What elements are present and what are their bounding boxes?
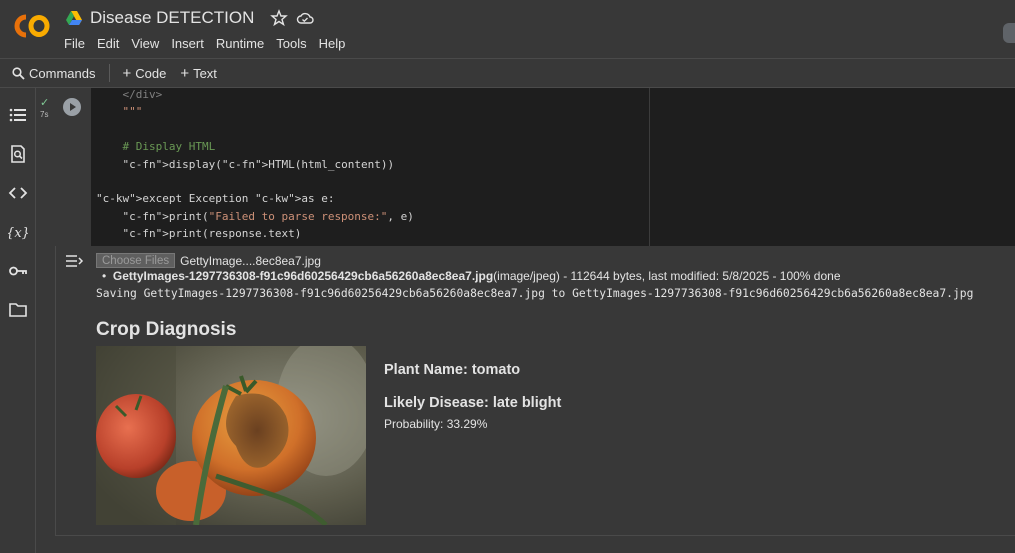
commands-label: Commands [29,65,96,81]
check-icon: ✓ [40,97,50,109]
menu-view[interactable]: View [131,36,165,51]
svg-text:{x}: {x} [8,226,28,241]
menu-file[interactable]: File [64,36,91,51]
menu-runtime[interactable]: Runtime [216,36,270,51]
drive-icon [66,11,82,25]
variables-icon[interactable]: {x} [8,222,28,242]
cell-output: Choose Files GettyImage....8ec8ea7.jpg •… [55,246,1015,536]
menu-help[interactable]: Help [319,36,352,51]
plus-icon: + [180,64,190,82]
add-text-label: Text [193,65,217,81]
code-snippets-icon[interactable] [8,183,28,203]
code-line: # Display HTML [96,140,216,154]
code-line: </div> [96,88,163,101]
search-icon [12,66,25,80]
add-code-button[interactable]: + Code [122,65,166,82]
output-actions-icon[interactable] [64,252,84,270]
code-cell: ✓ 7s </div> """ # Display HTML "c-fn">di… [36,88,1015,536]
commands-button[interactable]: Commands [12,66,95,81]
plant-name: Plant Name: tomato [384,362,521,378]
toolbar: Commands + Code + Text [0,58,1015,88]
choose-files-button[interactable]: Choose Files [96,253,176,268]
header: Disease DETECTION File Edit View Insert … [0,0,1015,58]
plus-icon: + [122,64,132,82]
table-of-contents-icon[interactable] [8,105,28,125]
star-icon[interactable] [270,9,289,27]
colab-logo[interactable] [12,10,52,42]
menu-tools[interactable]: Tools [276,36,312,51]
tomato-photo [96,346,366,525]
cell-gutter: ✓ 7s [36,88,91,246]
files-folder-icon[interactable] [8,300,28,320]
editor-divider [649,88,650,246]
code-line: "c-fn">print(response.text) [122,227,302,241]
file-upload-row: Choose Files GettyImage....8ec8ea7.jpg [96,253,321,268]
side-panel-tab[interactable] [1003,23,1015,43]
saving-message: Saving GettyImages-1297736308-f91c96d602… [96,287,974,300]
likely-disease: Likely Disease: late blight [384,395,562,411]
selected-file-name: GettyImage....8ec8ea7.jpg [180,253,321,268]
code-text: </div> """ # Display HTML "c-fn">display… [96,86,414,243]
code-line: """ [96,105,143,119]
uploaded-file-meta: (image/jpeg) - 112644 bytes, last modifi… [493,269,841,283]
probability: Probability: 33.29% [384,417,488,431]
secrets-key-icon[interactable] [8,261,28,281]
upload-status: • GettyImages-1297736308-f91c96d60256429… [102,269,841,283]
notebook-title[interactable]: Disease DETECTION [90,8,254,28]
run-cell-button[interactable] [63,98,81,116]
toolbar-divider [109,64,111,82]
find-icon[interactable] [8,144,28,164]
add-code-label: Code [135,65,167,81]
add-text-button[interactable]: + Text [180,65,217,82]
menu-insert[interactable]: Insert [171,36,210,51]
uploaded-file-name: GettyImages-1297736308-f91c96d60256429cb… [112,269,494,283]
diagnosis-heading: Crop Diagnosis [96,319,237,340]
code-line: "c-fn">print("Failed to parse response:"… [122,209,414,223]
execution-time: 7s [40,110,49,119]
left-rail: {x} [0,88,36,553]
menu-edit[interactable]: Edit [97,36,125,51]
menu-bar: File Edit View Insert Runtime Tools Help [64,36,357,51]
code-editor[interactable]: </div> """ # Display HTML "c-fn">display… [91,88,1015,246]
code-line: "c-fn">display("c-fn">HTML(html_content)… [122,157,395,171]
code-line: "c-kw">except Exception "c-kw">as e: [96,192,335,206]
cloud-saved-icon[interactable] [296,9,314,27]
